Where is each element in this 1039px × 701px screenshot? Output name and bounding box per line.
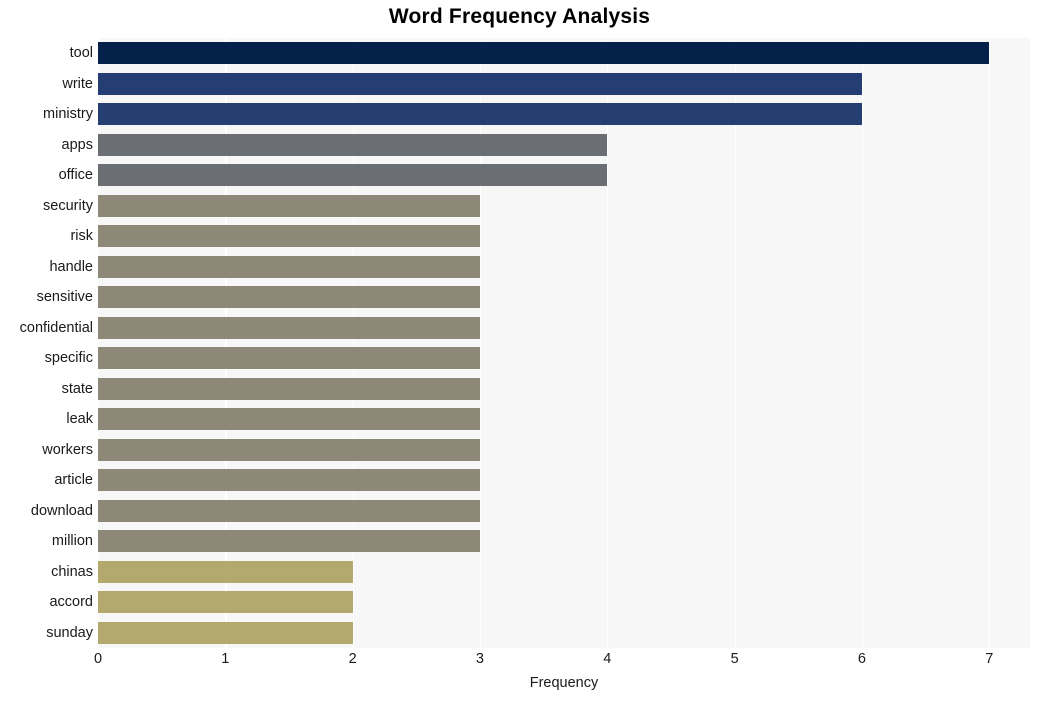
y-tick-label-sensitive: sensitive xyxy=(36,289,93,306)
bar-write xyxy=(98,72,862,95)
bar-row xyxy=(98,530,1030,553)
bar-row xyxy=(98,621,1030,644)
bar-row xyxy=(98,438,1030,461)
bar-sensitive xyxy=(98,286,480,309)
x-axis-title: Frequency xyxy=(529,675,599,691)
y-tick-label-download: download xyxy=(30,502,93,519)
chart-title: Word Frequency Analysis xyxy=(388,5,651,28)
x-tick-label-2: 2 xyxy=(348,651,357,667)
bar-row xyxy=(98,164,1030,187)
bar-row xyxy=(98,42,1030,65)
y-tick-label-handle: handle xyxy=(49,258,93,275)
bar-chinas xyxy=(98,560,353,583)
bar-apps xyxy=(98,133,608,156)
y-tick-label-sunday: sunday xyxy=(46,624,93,641)
y-tick-label-million: million xyxy=(51,533,93,550)
y-tick-label-tool: tool xyxy=(69,45,93,62)
bar-handle xyxy=(98,255,480,278)
bar-article xyxy=(98,469,480,492)
y-tick-label-state: state xyxy=(61,380,93,397)
x-tick-label-3: 3 xyxy=(475,651,484,667)
bar-leak xyxy=(98,408,480,431)
y-tick-label-apps: apps xyxy=(61,136,93,153)
y-tick-label-article: article xyxy=(54,472,93,489)
bar-row xyxy=(98,133,1030,156)
y-tick-label-accord: accord xyxy=(49,594,93,611)
y-tick-label-chinas: chinas xyxy=(51,563,93,580)
x-tick-label-4: 4 xyxy=(603,651,612,667)
bar-ministry xyxy=(98,103,862,126)
bar-million xyxy=(98,530,480,553)
plot-area xyxy=(98,38,1030,648)
y-tick-label-write: write xyxy=(62,75,93,92)
bar-risk xyxy=(98,225,480,248)
bar-office xyxy=(98,164,608,187)
bar-tool xyxy=(98,42,990,65)
bar-workers xyxy=(98,438,480,461)
y-tick-label-leak: leak xyxy=(66,411,93,428)
bar-row xyxy=(98,225,1030,248)
bar-row xyxy=(98,347,1030,370)
x-axis-tick-labels: 0 1 2 3 4 5 6 7 xyxy=(94,651,1030,674)
bar-download xyxy=(98,499,480,522)
y-tick-label-confidential: confidential xyxy=(19,319,93,336)
y-tick-label-workers: workers xyxy=(42,441,93,458)
x-tick-label-5: 5 xyxy=(730,651,739,667)
word-frequency-bar-chart: Word Frequency Analysis tool write ministr… xyxy=(0,0,1039,701)
x-tick-label-0: 0 xyxy=(93,651,103,667)
y-axis-tick-labels: tool write ministry apps office security risk h… xyxy=(0,38,93,648)
x-tick-label-6: 6 xyxy=(857,651,866,667)
y-tick-label-ministry: ministry xyxy=(43,106,93,123)
bar-sunday xyxy=(98,621,353,644)
y-tick-label-security: security xyxy=(43,197,93,214)
x-tick-label-7: 7 xyxy=(985,651,994,667)
bar-row xyxy=(98,469,1030,492)
bar-row xyxy=(98,255,1030,278)
bar-specific xyxy=(98,347,480,370)
bars-layer xyxy=(98,38,1030,648)
bar-row xyxy=(98,316,1030,339)
bar-row xyxy=(98,560,1030,583)
y-tick-label-office: office xyxy=(58,167,93,184)
bar-row xyxy=(98,103,1030,126)
x-tick-label-1: 1 xyxy=(221,651,230,667)
bar-row xyxy=(98,377,1030,400)
bar-confidential xyxy=(98,316,480,339)
bar-row xyxy=(98,286,1030,309)
bar-row xyxy=(98,408,1030,431)
bar-state xyxy=(98,377,480,400)
bar-security xyxy=(98,194,480,217)
bar-row xyxy=(98,194,1030,217)
bar-row xyxy=(98,499,1030,522)
y-tick-label-specific: specific xyxy=(44,350,93,367)
bar-row xyxy=(98,72,1030,95)
bar-accord xyxy=(98,591,353,614)
y-tick-label-risk: risk xyxy=(70,228,93,245)
bar-row xyxy=(98,591,1030,614)
